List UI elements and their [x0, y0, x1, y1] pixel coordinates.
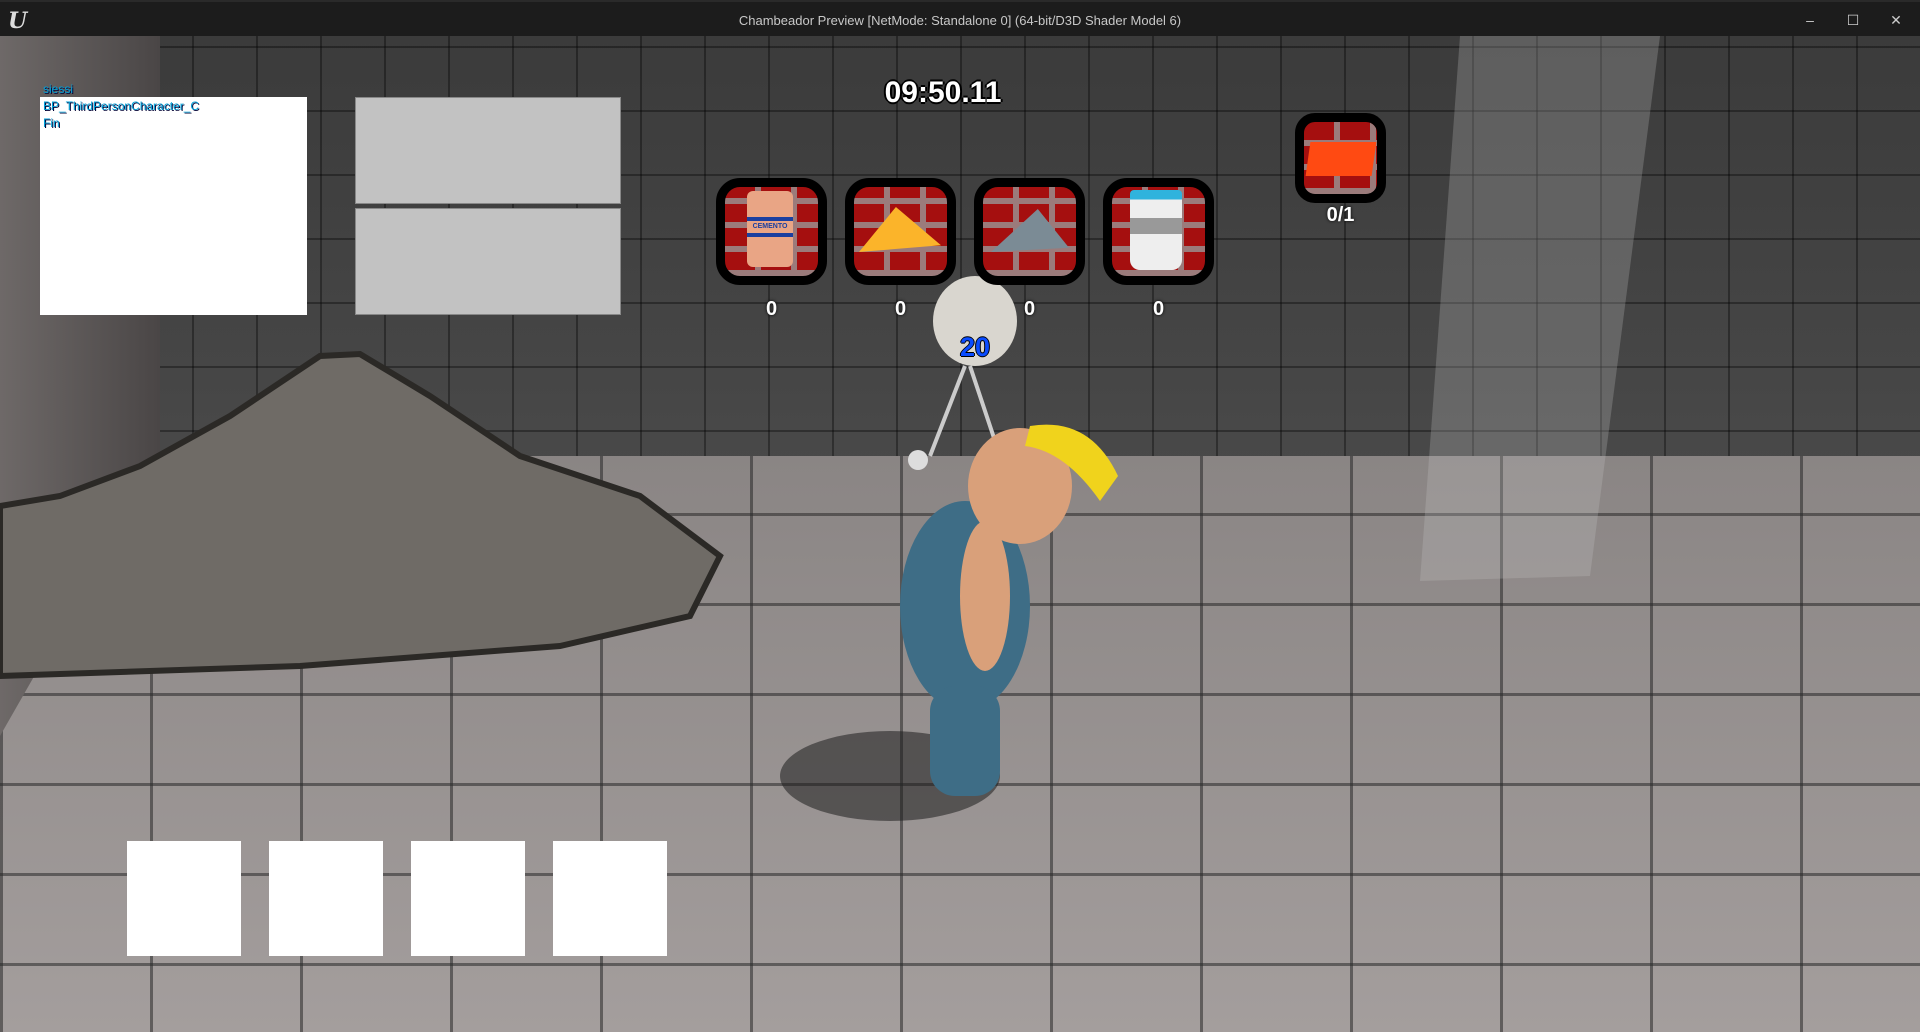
game-viewport[interactable]: siessi BP_ThirdPersonCharacter_C Fin 09:… [0, 36, 1920, 1032]
title-bar: U Chambeador Preview [NetMode: Standalon… [0, 0, 1920, 36]
gravel-pile [0, 350, 724, 680]
cement-bag-icon: CEMENTO [747, 191, 793, 267]
cement-label: CEMENTO [747, 217, 793, 237]
item-slot-sand [845, 178, 956, 285]
item-slot-gravel [974, 178, 1085, 285]
water-count: 0 [1152, 298, 1165, 320]
inventory-slot-3[interactable] [411, 841, 525, 956]
water-bucket-icon [1130, 190, 1182, 270]
debug-text-state: Fin [43, 116, 60, 130]
inventory-slot-1[interactable] [127, 841, 241, 956]
glass-panel [1420, 36, 1660, 581]
brick-progress: 0/1 [1326, 204, 1355, 226]
inventory-slot-2[interactable] [269, 841, 383, 956]
close-button[interactable]: ✕ [1876, 8, 1916, 32]
brick-icon [1305, 142, 1377, 176]
brick-goal-slot [1295, 113, 1386, 203]
item-slot-cement: CEMENTO [716, 178, 827, 285]
gravel-count: 0 [1023, 298, 1036, 320]
window-title: Chambeador Preview [NetMode: Standalone … [738, 13, 1182, 28]
inventory-slot-4[interactable] [553, 841, 667, 956]
mixer-count: 20 [959, 332, 991, 362]
maximize-button[interactable]: ☐ [1833, 8, 1873, 32]
gray-panel-top [355, 97, 621, 204]
gray-panel-bottom [355, 208, 621, 315]
player-character [900, 424, 1118, 796]
sand-count: 0 [894, 298, 907, 320]
minimize-button[interactable]: – [1790, 8, 1830, 32]
item-slot-water [1103, 178, 1214, 285]
debug-panel [40, 97, 307, 315]
timer: 09:50.11 [884, 76, 1002, 109]
cement-count: 0 [765, 298, 778, 320]
